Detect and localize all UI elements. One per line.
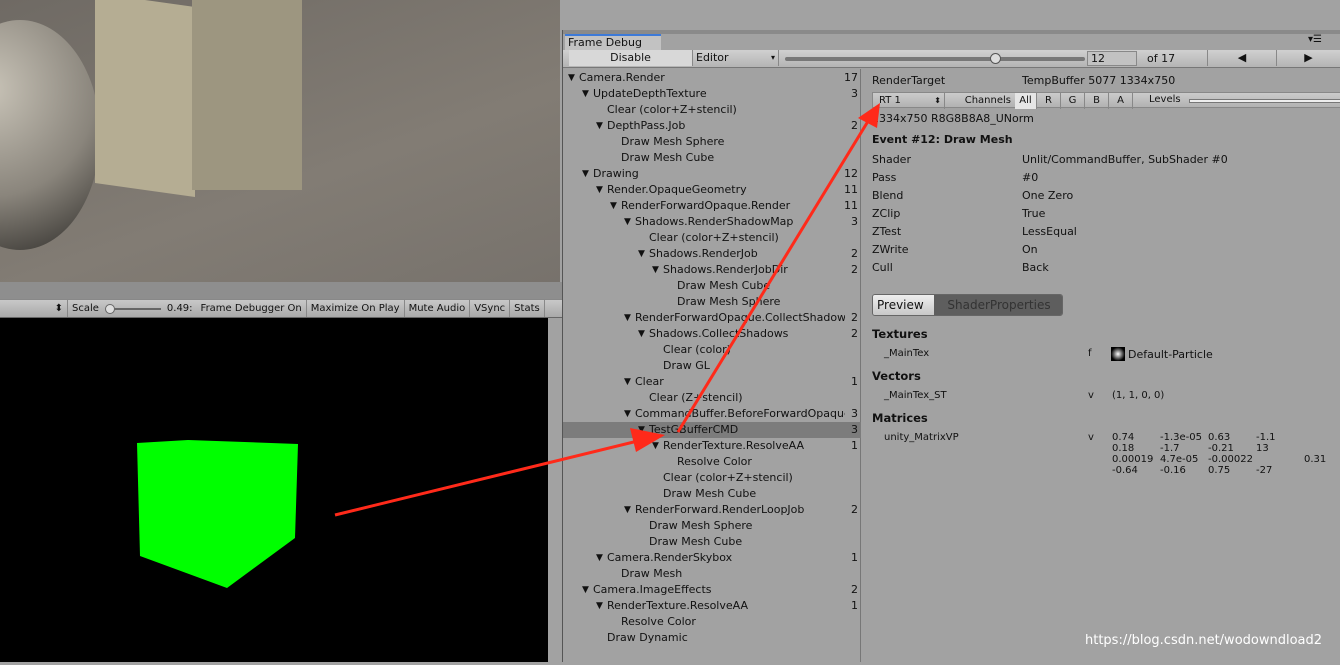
arrow-line (676, 117, 872, 433)
arrow-head (630, 428, 665, 452)
arrow-line (334, 436, 651, 517)
annotation-arrows (334, 103, 880, 517)
arrow-head (858, 103, 880, 128)
